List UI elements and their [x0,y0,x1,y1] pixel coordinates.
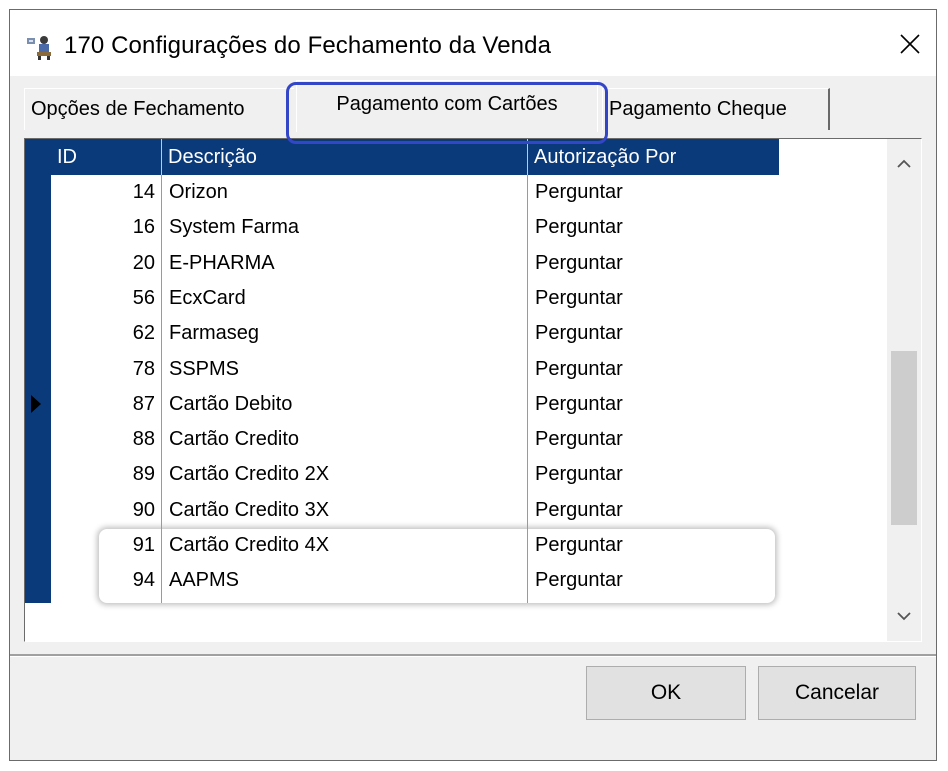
scroll-up-button[interactable] [887,147,921,181]
cell-autorizacao: Perguntar [535,181,623,203]
title-bar: 170 Configurações do Fechamento da Venda [10,10,936,76]
cell-descricao: EcxCard [169,286,246,309]
row-indicator-column [25,139,51,603]
cell-descricao: Farmaseg [169,322,260,345]
row-pointer-icon [31,394,41,413]
tab-strip: Opções de Fechamento Pagamento Cheque Pa… [10,76,936,144]
cell-id: 87 [132,392,155,415]
cell-descricao: Cartão Credito 2X [169,463,330,486]
app-icon [26,34,56,60]
table-row[interactable]: 94 AAPMS Perguntar [51,563,779,598]
cell-descricao: Cartão Credito [169,428,300,451]
dialog-window: 170 Configurações do Fechamento da Venda… [9,9,937,761]
cell-descricao: AAPMS [169,569,240,592]
cell-descricao: Cartão Debito [169,392,293,415]
table-row[interactable]: 87 Cartão Debito Perguntar [51,387,779,422]
grid-body: 14 Orizon Perguntar 16 System Farma Perguntar… [51,175,779,603]
cancel-button[interactable]: Cancelar [758,666,916,720]
cards-grid[interactable]: ID Descrição Autorização Por 14 Orizon Per… [24,138,922,642]
cell-id: 89 [132,463,155,486]
column-header-autorizacao[interactable]: Autorização Por [527,139,779,175]
cell-autorizacao: Perguntar [535,286,623,309]
cell-autorizacao: Perguntar [535,357,623,380]
tab-opcoes-fechamento[interactable]: Opções de Fechamento [24,88,294,130]
table-row[interactable]: 88 Cartão Credito Perguntar [51,422,779,457]
cell-descricao: Orizon [169,181,228,203]
table-row[interactable]: 16 System Farma Perguntar [51,210,779,245]
cell-descricao: Cartão Credito 4X [169,534,330,556]
window-title: 170 Configurações do Fechamento da Venda [64,32,552,59]
grid-header: ID Descrição Autorização Por [51,139,779,175]
table-row[interactable]: 62 Farmaseg Perguntar [51,316,779,351]
column-header-id[interactable]: ID [51,139,161,175]
cell-id: 94 [132,569,155,592]
cell-autorizacao: Perguntar [535,569,623,592]
table-row[interactable]: 90 Cartão Credito 3X Perguntar [51,493,779,528]
tab-pagamento-cheque[interactable]: Pagamento Cheque [602,88,830,130]
table-row[interactable]: 91 Cartão Credito 4X Perguntar [51,528,779,563]
ok-button[interactable]: OK [586,666,746,720]
close-icon [900,34,920,54]
cell-autorizacao: Perguntar [535,251,623,274]
cell-autorizacao: Perguntar [535,498,623,521]
cell-autorizacao: Perguntar [535,428,623,451]
chevron-down-icon [897,612,911,621]
cell-descricao: E-PHARMA [169,251,275,274]
scroll-down-button[interactable] [887,599,921,633]
cell-id: 78 [132,357,155,380]
cell-descricao: System Farma [169,216,300,239]
table-row[interactable]: 56 EcxCard Perguntar [51,281,779,316]
vertical-scrollbar[interactable] [887,139,921,641]
cell-autorizacao: Perguntar [535,392,623,415]
chevron-up-icon [897,159,911,168]
close-button[interactable] [888,22,932,66]
footer-separator [10,654,936,657]
cell-id: 56 [132,286,155,309]
table-row[interactable]: 14 Orizon Perguntar [51,175,779,210]
cell-descricao: SSPMS [169,357,240,380]
cell-autorizacao: Perguntar [535,216,623,239]
cell-id: 62 [132,322,155,345]
cell-id: 14 [132,181,155,203]
cell-autorizacao: Perguntar [535,534,623,556]
cell-autorizacao: Perguntar [535,463,623,486]
table-row[interactable]: 89 Cartão Credito 2X Perguntar [51,457,779,492]
cell-descricao: Cartão Credito 3X [169,498,330,521]
cell-autorizacao: Perguntar [535,322,623,345]
column-header-descricao[interactable]: Descrição [161,139,527,175]
tab-pagamento-cartoes[interactable]: Pagamento com Cartões [296,80,598,132]
cell-id: 16 [132,216,155,239]
scrollbar-thumb[interactable] [891,351,917,525]
table-row[interactable]: 20 E-PHARMA Perguntar [51,246,779,281]
cell-id: 90 [132,498,155,521]
cell-id: 88 [132,428,155,451]
cell-id: 91 [132,534,155,556]
table-row[interactable]: 78 SSPMS Perguntar [51,352,779,387]
cell-id: 20 [132,251,155,274]
